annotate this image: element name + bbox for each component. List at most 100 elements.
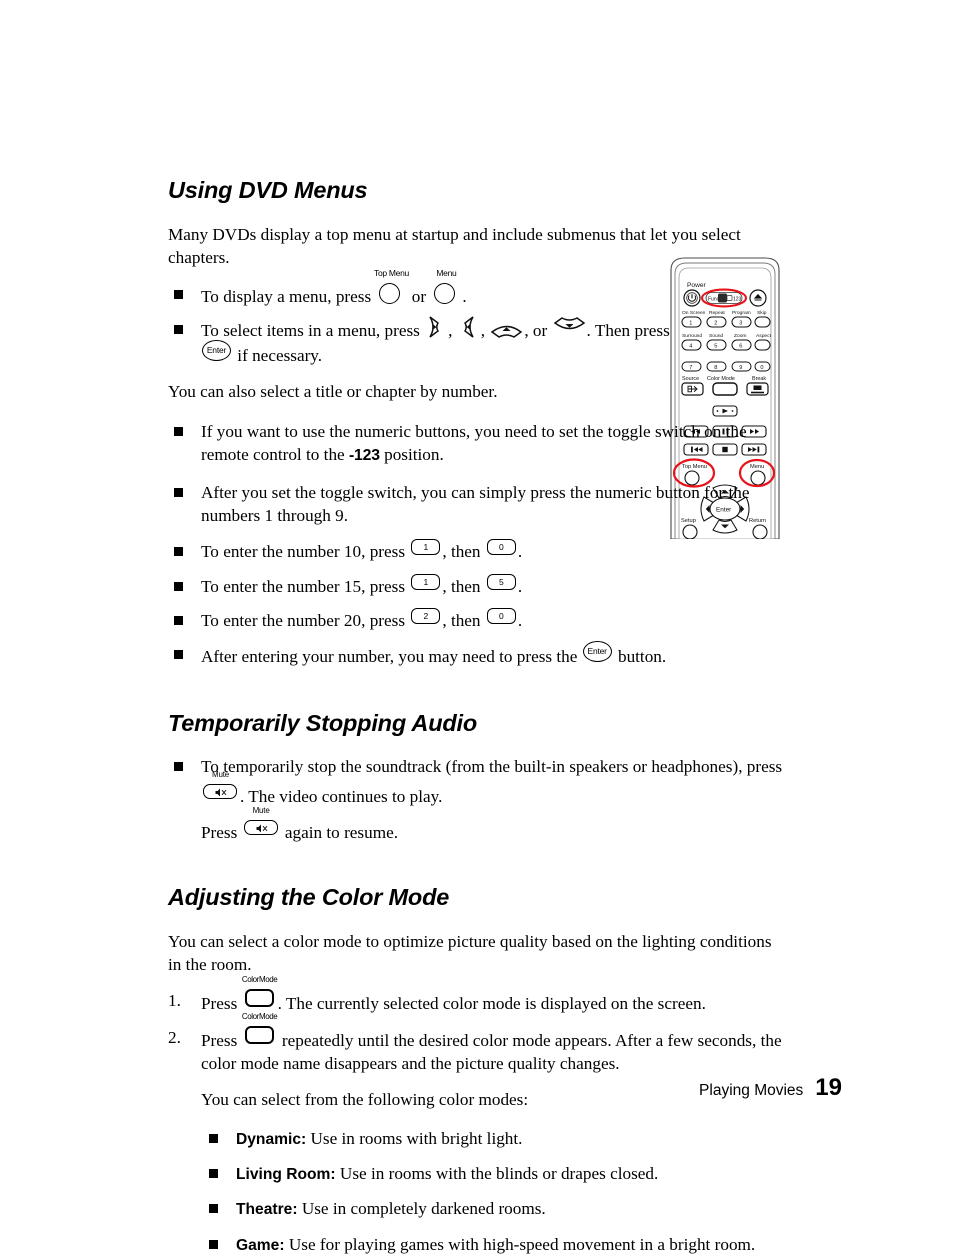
color-mode-button-label: ColorMode [242, 1012, 278, 1023]
list-item: To enter the number 10, press 1, then 0. [168, 540, 788, 563]
enter-button-glyph: Enter [202, 342, 232, 361]
mute-resume-line: Press Mute again to resume. [201, 820, 788, 844]
list-item: If you want to use the numeric buttons, … [168, 420, 788, 467]
color-mode-name: Living Room: [236, 1166, 336, 1183]
toggle-position-label: -123 [349, 447, 380, 464]
rounded-key-shape [245, 1026, 274, 1044]
text-fragment: button. [614, 647, 667, 666]
list-item: To enter the number 20, press 2, then 0. [168, 609, 788, 632]
list-item: To temporarily stop the soundtrack (from… [168, 755, 788, 845]
paragraph-dvd-intro: Many DVDs display a top menu at startup … [168, 224, 788, 270]
numeric-key-glyph: 1 [411, 575, 440, 592]
list-item: Game: Use for playing games with high-sp… [203, 1233, 788, 1256]
step-number: 1. [168, 989, 190, 1012]
numeric-key-label: 1 [411, 574, 440, 590]
top-menu-button-label: Top Menu [374, 268, 409, 280]
bullet-square-icon [174, 582, 183, 591]
text-fragment: . The video continues to play. [240, 787, 442, 806]
text-fragment: , then [442, 542, 484, 561]
text-fragment: . [518, 611, 522, 630]
numeric-key-glyph: 5 [487, 575, 516, 592]
text-fragment: or [407, 287, 430, 306]
bullet-square-icon [209, 1134, 218, 1143]
enter-button-label: Enter [583, 641, 612, 662]
color-mode-description: Use in completely darkened rooms. [298, 1199, 546, 1218]
footer-page-number: 19 [815, 1074, 842, 1101]
heading-using-dvd-menus: Using DVD Menus [168, 178, 788, 204]
paragraph-color-mode-intro: You can select a color mode to optimize … [168, 931, 788, 977]
text-fragment: again to resume. [281, 823, 398, 842]
bullet-list-numeric-entry: If you want to use the numeric buttons, … [168, 420, 788, 669]
color-mode-description: Use in rooms with bright light. [306, 1129, 522, 1148]
text-fragment: position. [380, 445, 444, 464]
bullet-square-icon [174, 325, 183, 334]
text-fragment: Press [201, 994, 242, 1013]
bullet-square-icon [174, 290, 183, 299]
dpad-down-glyph [553, 318, 586, 336]
numeric-key-label: 1 [411, 539, 440, 555]
numeric-key-glyph: 0 [487, 609, 516, 626]
color-mode-name: Game: [236, 1237, 285, 1254]
list-item: Living Room: Use in rooms with the blind… [203, 1162, 788, 1185]
text-fragment: To display a menu, press [201, 287, 375, 306]
rounded-key-shape [244, 820, 278, 835]
bullet-list-color-modes: Dynamic: Use in rooms with bright light.… [168, 1127, 788, 1256]
bullet-square-icon [209, 1240, 218, 1249]
text-fragment: . [518, 542, 522, 561]
enter-button-glyph: Enter [583, 643, 613, 662]
text-fragment: To select items in a menu, press [201, 321, 424, 340]
bullet-square-icon [209, 1169, 218, 1178]
text-fragment: , [448, 321, 457, 340]
mute-button-glyph: Mute [244, 820, 279, 838]
text-fragment: repeatedly until the desired color mode … [201, 1031, 782, 1073]
list-item: After entering your number, you may need… [168, 643, 788, 668]
text-fragment: , or [524, 321, 551, 340]
paragraph-select-by-number: You can also select a title or chapter b… [168, 381, 788, 404]
numeric-key-glyph: 1 [411, 540, 440, 557]
text-fragment: After entering your number, you may need… [201, 647, 582, 666]
numeric-key-label: 0 [487, 608, 516, 624]
bullet-square-icon [174, 762, 183, 771]
footer-section-name: Playing Movies [699, 1082, 803, 1099]
color-mode-name: Dynamic: [236, 1131, 306, 1148]
mute-speaker-icon [255, 823, 269, 834]
text-fragment: , then [442, 611, 484, 630]
mute-button-label: Mute [212, 770, 229, 781]
text-fragment: To temporarily stop the soundtrack (from… [201, 757, 782, 776]
text-fragment: . The currently selected color mode is d… [278, 994, 706, 1013]
text-fragment: . [462, 287, 466, 306]
list-item: Dynamic: Use in rooms with bright light. [203, 1127, 788, 1150]
rounded-key-shape [203, 784, 237, 799]
menu-button-glyph: Menu [431, 283, 461, 302]
list-item: Theatre: Use in completely darkened room… [203, 1197, 788, 1220]
circle-shape [434, 283, 455, 304]
numeric-key-label: 5 [487, 574, 516, 590]
text-fragment: , [481, 321, 490, 340]
list-item: 2. Press ColorMode repeatedly until the … [168, 1026, 788, 1076]
menu-button-label: Menu [436, 268, 456, 280]
circle-shape [379, 283, 400, 304]
list-item: After you set the toggle switch, you can… [168, 481, 788, 528]
text-fragment: if necessary. [233, 346, 322, 365]
color-mode-description: Use for playing games with high-speed mo… [285, 1235, 756, 1254]
text-fragment: To enter the number 20, press [201, 611, 409, 630]
text-fragment: , then [442, 577, 484, 596]
numeric-key-label: 0 [487, 539, 516, 555]
text-fragment: . Then press [587, 321, 670, 340]
document-page: Power Func 123 On Screen Repe [0, 0, 954, 1235]
color-mode-description: Use in rooms with the blinds or drapes c… [336, 1164, 659, 1183]
numeric-key-label: 2 [411, 608, 440, 624]
bullet-square-icon [174, 650, 183, 659]
bullet-square-icon [174, 547, 183, 556]
numeric-key-glyph: 2 [411, 609, 440, 626]
text-fragment: If you want to use the numeric buttons, … [201, 422, 747, 464]
page-footer: Playing Movies 19 [0, 1074, 842, 1102]
list-item: To enter the number 15, press 1, then 5. [168, 575, 788, 598]
list-item: To display a menu, press Top Menu or Men… [168, 283, 788, 308]
color-mode-name: Theatre: [236, 1201, 298, 1218]
text-fragment: After you set the toggle switch, you can… [201, 483, 749, 525]
dpad-right-glyph [425, 318, 447, 336]
dpad-left-glyph [458, 318, 480, 336]
list-item: To select items in a menu, press , , , o… [168, 318, 788, 368]
mute-button-label: Mute [253, 806, 270, 817]
